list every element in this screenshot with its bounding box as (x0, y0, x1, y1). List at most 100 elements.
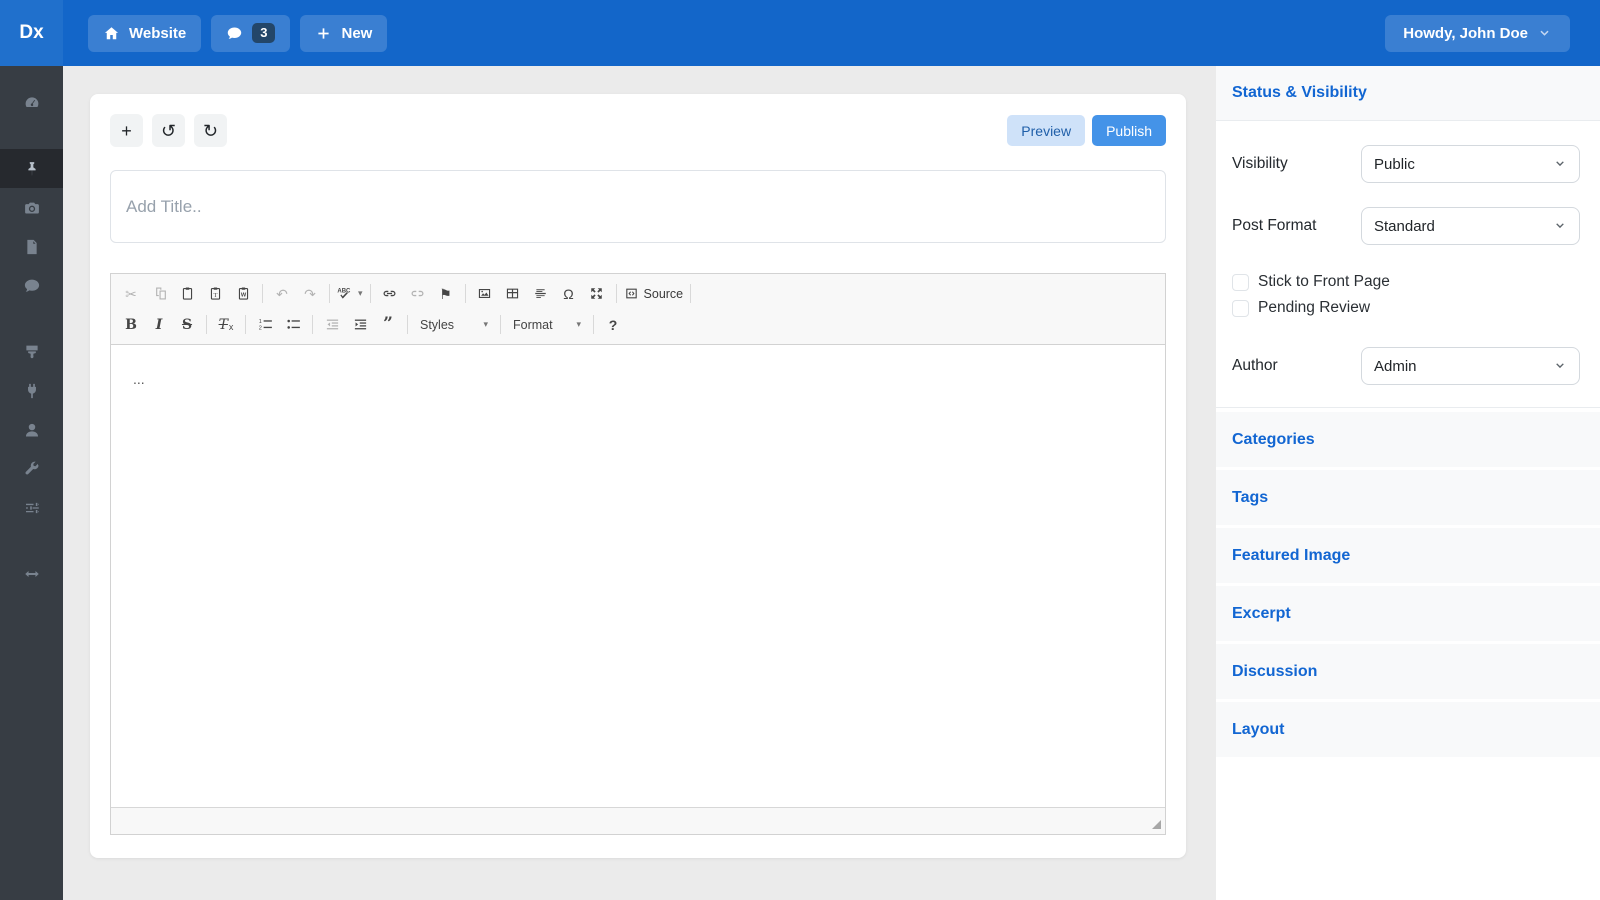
toolbar-cut-button[interactable]: ✂ (117, 281, 145, 306)
toolbar-anchor-button[interactable]: ⚑ (432, 281, 460, 306)
user-menu-button[interactable]: Howdy, John Doe (1385, 15, 1570, 52)
sidebar-item-plugins[interactable] (0, 371, 63, 410)
toolbar-separator (690, 284, 691, 303)
styles-combo-label: Styles (420, 318, 454, 332)
pending-review-label[interactable]: Pending Review (1258, 299, 1370, 317)
remove-format-icon: Tx (219, 318, 234, 332)
toolbar-strike-button[interactable]: S (173, 312, 201, 337)
app-logo[interactable]: Dx (0, 0, 63, 66)
toolbar-separator (370, 284, 371, 303)
section-discussion[interactable]: Discussion (1216, 644, 1600, 699)
add-block-button[interactable]: + (110, 114, 143, 147)
pending-review-checkbox[interactable] (1232, 300, 1249, 317)
messages-button[interactable]: 3 (211, 15, 290, 52)
sidebar-item-comments[interactable] (0, 266, 63, 305)
visibility-select[interactable]: Public (1361, 145, 1580, 183)
brush-icon (23, 343, 41, 361)
sidebar-item-dashboard[interactable] (0, 83, 63, 122)
main-content: + ↺ ↻ Preview Publish ✂ T W ↶↷ ABC ▾ ⚑ Ω Source … (63, 66, 1216, 900)
sidebar-item-tools[interactable] (0, 449, 63, 488)
editor-content-area[interactable]: ... (111, 345, 1165, 807)
toolbar-numbered-list-button[interactable]: 12 (251, 312, 279, 337)
toolbar-redo-button[interactable]: ↷ (296, 281, 324, 306)
toolbar-image-button[interactable] (471, 281, 499, 306)
toolbar-unlink-button[interactable] (404, 281, 432, 306)
toolbar-blockquote-button[interactable]: ” (374, 312, 402, 337)
toolbar-styles-combo[interactable]: Styles▾ (413, 312, 495, 337)
preview-button[interactable]: Preview (1007, 115, 1085, 146)
editor-toolbar: ✂ T W ↶↷ ABC ▾ ⚑ Ω Source BIS Tx 12 ” Styles▾ Format▾… (111, 274, 1165, 345)
post-format-label: Post Format (1232, 217, 1316, 235)
toolbar-indent-button[interactable] (346, 312, 374, 337)
toolbar-remove-format-button[interactable]: Tx (212, 312, 240, 337)
wrench-icon (23, 460, 41, 478)
stick-to-front-page-label[interactable]: Stick to Front Page (1258, 273, 1390, 291)
sidebar-item-media[interactable] (0, 188, 63, 227)
toolbar-bulleted-list-button[interactable] (279, 312, 307, 337)
user-icon (23, 421, 41, 439)
section-featured-image-title: Featured Image (1232, 547, 1350, 565)
sidebar-item-posts[interactable] (0, 149, 63, 188)
sidebar-item-collapse-menu[interactable] (0, 554, 63, 593)
toolbar-spell-check-button[interactable]: ABC ▾ (335, 281, 365, 306)
toolbar-undo-button[interactable]: ↶ (268, 281, 296, 306)
toolbar-special-char-button[interactable]: Ω (555, 281, 583, 306)
post-title-input[interactable] (110, 170, 1166, 243)
strike-icon: S (182, 318, 192, 332)
maximize-icon (589, 286, 604, 301)
redo-button[interactable]: ↻ (194, 114, 227, 147)
publish-button[interactable]: Publish (1092, 115, 1166, 146)
comment-icon (23, 277, 41, 295)
section-categories-title: Categories (1232, 431, 1315, 449)
bulleted-list-icon (286, 317, 301, 332)
visibility-value: Public (1374, 156, 1415, 173)
sidebar-item-users[interactable] (0, 410, 63, 449)
stick-to-front-page-checkbox[interactable] (1232, 274, 1249, 291)
sidebar-item-appearance[interactable] (0, 332, 63, 371)
sidebar-item-pages[interactable] (0, 227, 63, 266)
toolbar-italic-button[interactable]: I (145, 312, 173, 337)
toolbar-bold-button[interactable]: B (117, 312, 145, 337)
section-layout[interactable]: Layout (1216, 702, 1600, 757)
section-featured-image[interactable]: Featured Image (1216, 528, 1600, 583)
section-categories[interactable]: Categories (1216, 412, 1600, 467)
toolbar-paste-button[interactable] (173, 281, 201, 306)
sidebar-item-settings[interactable] (0, 488, 63, 527)
toolbar-paste-text-button[interactable]: T (201, 281, 229, 306)
spell-check-icon: ABC (337, 286, 352, 301)
svg-text:W: W (240, 293, 246, 299)
source-icon (624, 286, 639, 301)
comment-icon (226, 25, 243, 42)
toolbar-separator (465, 284, 466, 303)
section-excerpt[interactable]: Excerpt (1216, 586, 1600, 641)
home-icon (103, 25, 120, 42)
paste-icon (180, 286, 195, 301)
resize-handle[interactable] (1152, 820, 1161, 829)
toolbar-paste-word-button[interactable]: W (229, 281, 257, 306)
author-value: Admin (1374, 358, 1417, 375)
sliders-icon (23, 499, 41, 517)
toolbar-maximize-button[interactable] (583, 281, 611, 306)
toolbar-link-button[interactable] (376, 281, 404, 306)
chevron-down-icon: ▾ (358, 288, 363, 299)
website-button[interactable]: Website (88, 15, 201, 52)
undo-button[interactable]: ↺ (152, 114, 185, 147)
paste-word-icon: W (236, 286, 251, 301)
left-sidebar (0, 66, 63, 900)
toolbar-horizontal-line-button[interactable] (527, 281, 555, 306)
toolbar-source-button[interactable]: Source (622, 281, 686, 306)
toolbar-outdent-button[interactable] (318, 312, 346, 337)
author-select[interactable]: Admin (1361, 347, 1580, 385)
post-format-select[interactable]: Standard (1361, 207, 1580, 245)
toolbar-format-combo[interactable]: Format▾ (506, 312, 588, 337)
chevron-down-icon (1553, 157, 1567, 171)
section-status-visibility[interactable]: Status & Visibility (1216, 66, 1600, 121)
section-tags-title: Tags (1232, 489, 1268, 507)
toolbar-table-button[interactable] (499, 281, 527, 306)
section-tags[interactable]: Tags (1216, 470, 1600, 525)
toolbar-separator (206, 315, 207, 334)
toolbar-copy-button[interactable] (145, 281, 173, 306)
toolbar-about-button[interactable]: ? (599, 312, 627, 337)
new-button[interactable]: New (300, 15, 387, 52)
arrows-h-icon (23, 565, 41, 583)
